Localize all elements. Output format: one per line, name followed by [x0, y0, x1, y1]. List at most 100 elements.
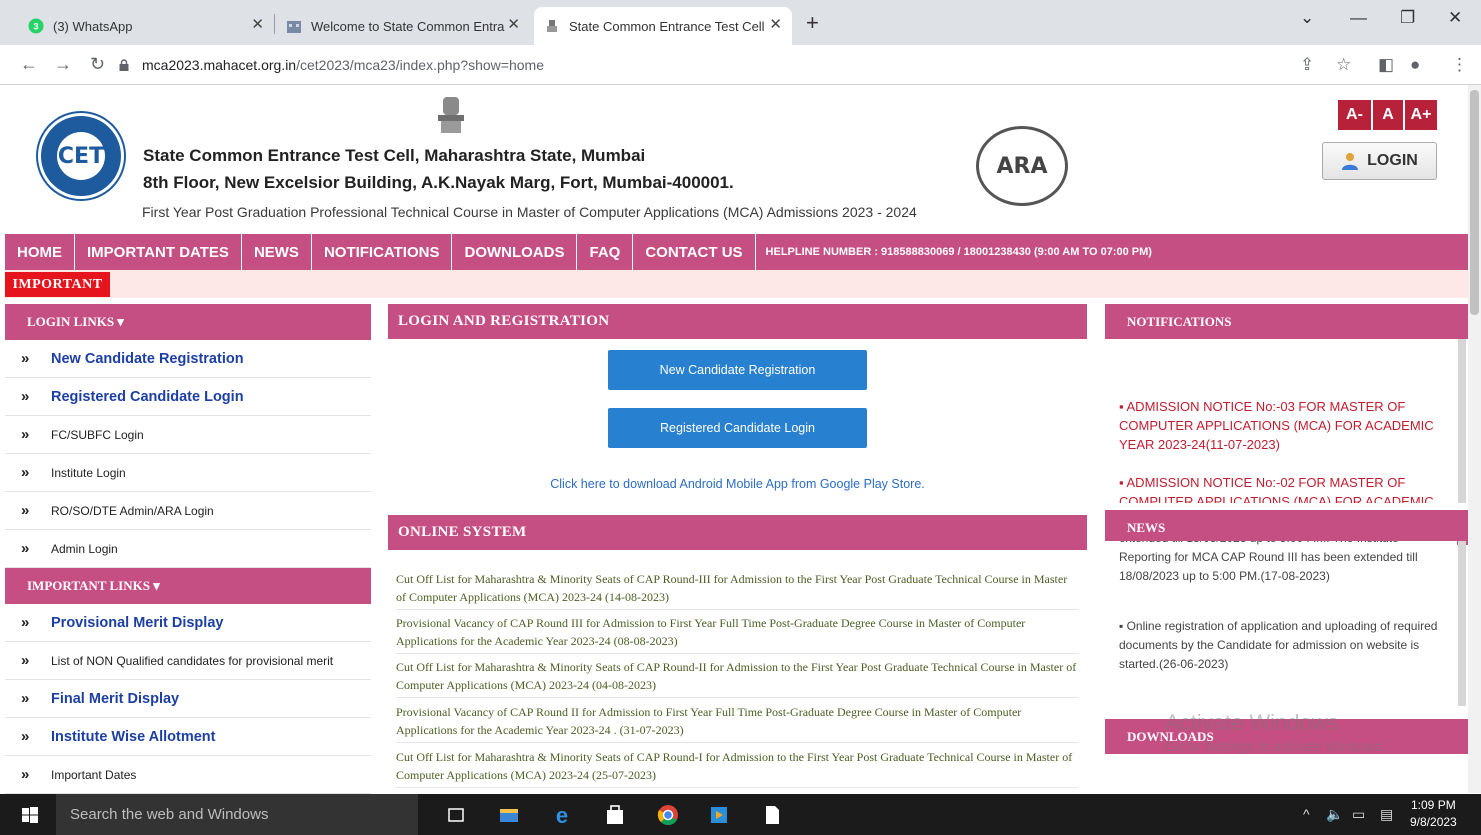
nav-important-dates[interactable]: IMPORTANT DATES	[75, 234, 242, 270]
list-item[interactable]: Cut Off List for Maharashtra & Minority …	[396, 658, 1078, 698]
font-normal-button[interactable]: A	[1373, 100, 1403, 130]
org-address: 8th Floor, New Excelsior Building, A.K.N…	[143, 173, 734, 192]
online-system-header: ONLINE SYSTEM	[388, 515, 1087, 550]
new-tab-button[interactable]: +	[806, 10, 819, 36]
media-app-icon[interactable]	[708, 804, 730, 826]
login-links-header[interactable]: LOGIN LINKS ▾	[5, 304, 371, 340]
list-item[interactable]: Provisional Vacancy of CAP Round II for …	[396, 703, 1078, 743]
sidebar-item-non-qualified[interactable]: » List of NON Qualified candidates for pr…	[5, 642, 371, 680]
minimize-button[interactable]: —	[1350, 8, 1367, 28]
windows-taskbar: Search the web and Windows e ^ 🔈 ▭ ▤ 1:0…	[0, 794, 1481, 835]
chrome-icon[interactable]	[657, 804, 679, 826]
nav-faq[interactable]: FAQ	[577, 234, 634, 270]
close-icon[interactable]: ✕	[251, 15, 264, 33]
double-chevron-icon: »	[21, 614, 30, 631]
reload-button[interactable]: ↻	[90, 54, 105, 75]
list-item[interactable]: Cut Off List for Maharashtra & Minority …	[396, 570, 1078, 610]
scrollbar-thumb[interactable]	[1470, 90, 1479, 315]
lock-icon	[119, 59, 129, 71]
news-list: extended till 18/08/2023 up to 5:00 P.M.…	[1105, 541, 1457, 706]
page-scrollbar[interactable]	[1468, 85, 1481, 793]
close-window-button[interactable]: ✕	[1448, 8, 1462, 28]
double-chevron-icon: »	[21, 502, 30, 519]
tab-separator	[274, 14, 275, 34]
tab-welcome[interactable]: Welcome to State Common Entra ✕	[278, 7, 530, 45]
font-decrease-button[interactable]: A-	[1338, 100, 1371, 130]
taskbar-clock[interactable]: 1:09 PM 9/8/2023	[1410, 797, 1457, 831]
share-icon[interactable]: ⇪	[1300, 55, 1314, 75]
list-item[interactable]: ▪ Online registration of application and…	[1119, 617, 1449, 674]
sidebar-item-final-merit[interactable]: » Final Merit Display	[5, 680, 371, 718]
forward-button[interactable]: →	[54, 54, 72, 75]
volume-icon[interactable]: 🔈	[1326, 806, 1343, 823]
profile-icon[interactable]: ●	[1410, 55, 1420, 75]
font-increase-button[interactable]: A+	[1405, 100, 1437, 130]
cet-logo: CET	[38, 113, 124, 199]
notification-center-icon[interactable]: ▤	[1380, 806, 1393, 823]
cet-logo-text: CET	[57, 132, 105, 180]
tab-title: (3) WhatsApp	[53, 18, 133, 34]
edge-icon[interactable]: e	[551, 804, 573, 826]
sidepanel-icon[interactable]: ◧	[1378, 55, 1394, 75]
network-icon[interactable]: ▭	[1352, 806, 1365, 823]
chevron-down-icon[interactable]: ⌄	[1300, 8, 1314, 28]
restore-button[interactable]: ❐	[1400, 8, 1415, 28]
close-icon[interactable]: ✕	[507, 15, 520, 33]
sidebar-item-provisional-merit[interactable]: » Provisional Merit Display	[5, 604, 371, 642]
sidebar-item-admin-login[interactable]: » Admin Login	[5, 530, 371, 568]
notifications-scrollbar[interactable]	[1458, 339, 1466, 503]
downloads-list	[1105, 754, 1457, 794]
list-item[interactable]: ▪ ADMISSION NOTICE No:-03 FOR MASTER OF …	[1119, 397, 1439, 454]
double-chevron-icon: »	[21, 350, 30, 367]
back-button[interactable]: ←	[20, 54, 38, 75]
nav-contact-us[interactable]: CONTACT US	[633, 234, 756, 270]
list-item[interactable]: ▪ ADMISSION NOTICE No:-02 FOR MASTER OF …	[1119, 473, 1439, 503]
ara-logo: ARA	[976, 126, 1068, 206]
sidebar-item-important-dates[interactable]: » Important Dates	[5, 756, 371, 794]
left-sidebar: LOGIN LINKS ▾ » New Candidate Registratio…	[5, 304, 371, 794]
login-button[interactable]: LOGIN	[1322, 142, 1437, 180]
page-subtitle: First Year Post Graduation Professional …	[142, 204, 917, 220]
sidebar-item-new-registration[interactable]: » New Candidate Registration	[5, 340, 371, 378]
registered-candidate-login-button[interactable]: Registered Candidate Login	[608, 408, 867, 448]
play-store-link[interactable]: Click here to download Android Mobile Ap…	[388, 477, 1087, 491]
news-scrollbar[interactable]	[1458, 541, 1466, 706]
sidebar-item-ro-login[interactable]: » RO/SO/DTE Admin/ARA Login	[5, 492, 371, 530]
store-icon[interactable]	[604, 804, 626, 826]
national-emblem-icon	[438, 97, 464, 133]
sidebar-item-fc-login[interactable]: » FC/SUBFC Login	[5, 416, 371, 454]
list-item[interactable]: Provisional Vacancy of CAP Round III for…	[396, 614, 1078, 654]
nav-downloads[interactable]: DOWNLOADS	[452, 234, 578, 270]
double-chevron-icon: »	[21, 388, 30, 405]
address-bar: ← → ↻ mca2023.mahacet.org.in/cet2023/mca…	[0, 45, 1481, 85]
list-item[interactable]: Cut Off List for Maharashtra & Minority …	[396, 748, 1078, 788]
taskbar-search[interactable]: Search the web and Windows	[56, 794, 418, 835]
windows-start-icon[interactable]	[22, 807, 38, 823]
sidebar-item-institute-login[interactable]: » Institute Login	[5, 454, 371, 492]
double-chevron-icon: »	[21, 728, 30, 745]
double-chevron-icon: »	[21, 540, 30, 557]
sidebar-item-institute-allotment[interactable]: » Institute Wise Allotment	[5, 718, 371, 756]
star-icon[interactable]: ☆	[1336, 55, 1351, 75]
tab-active-cet[interactable]: State Common Entrance Test Cell ✕	[534, 7, 792, 45]
url-path: /cet2023/mca23/index.php?show=home	[296, 57, 544, 73]
nav-news[interactable]: NEWS	[242, 234, 312, 270]
new-candidate-registration-button[interactable]: New Candidate Registration	[608, 350, 867, 390]
tab-whatsapp[interactable]: 3 (3) WhatsApp ✕	[16, 7, 274, 45]
nav-home[interactable]: HOME	[5, 234, 75, 270]
task-view-icon[interactable]	[445, 804, 467, 826]
menu-icon[interactable]: ⋮	[1451, 55, 1468, 75]
important-links-header[interactable]: IMPORTANT LINKS ▾	[5, 568, 371, 604]
online-system-list: Cut Off List for Maharashtra & Minority …	[388, 560, 1087, 793]
news-header: NEWS	[1105, 510, 1469, 545]
nav-notifications[interactable]: NOTIFICATIONS	[312, 234, 453, 270]
list-item[interactable]: extended till 18/08/2023 up to 5:00 P.M.…	[1119, 541, 1449, 586]
file-explorer-icon[interactable]	[498, 804, 520, 826]
double-chevron-icon: »	[21, 652, 30, 669]
tray-chevron-icon[interactable]: ^	[1303, 806, 1310, 822]
document-icon[interactable]	[761, 804, 783, 826]
sidebar-item-registered-login[interactable]: » Registered Candidate Login	[5, 378, 371, 416]
double-chevron-icon: »	[21, 464, 30, 481]
url-field[interactable]: mca2023.mahacet.org.in/cet2023/mca23/ind…	[118, 51, 1288, 79]
close-icon[interactable]: ✕	[769, 15, 782, 33]
